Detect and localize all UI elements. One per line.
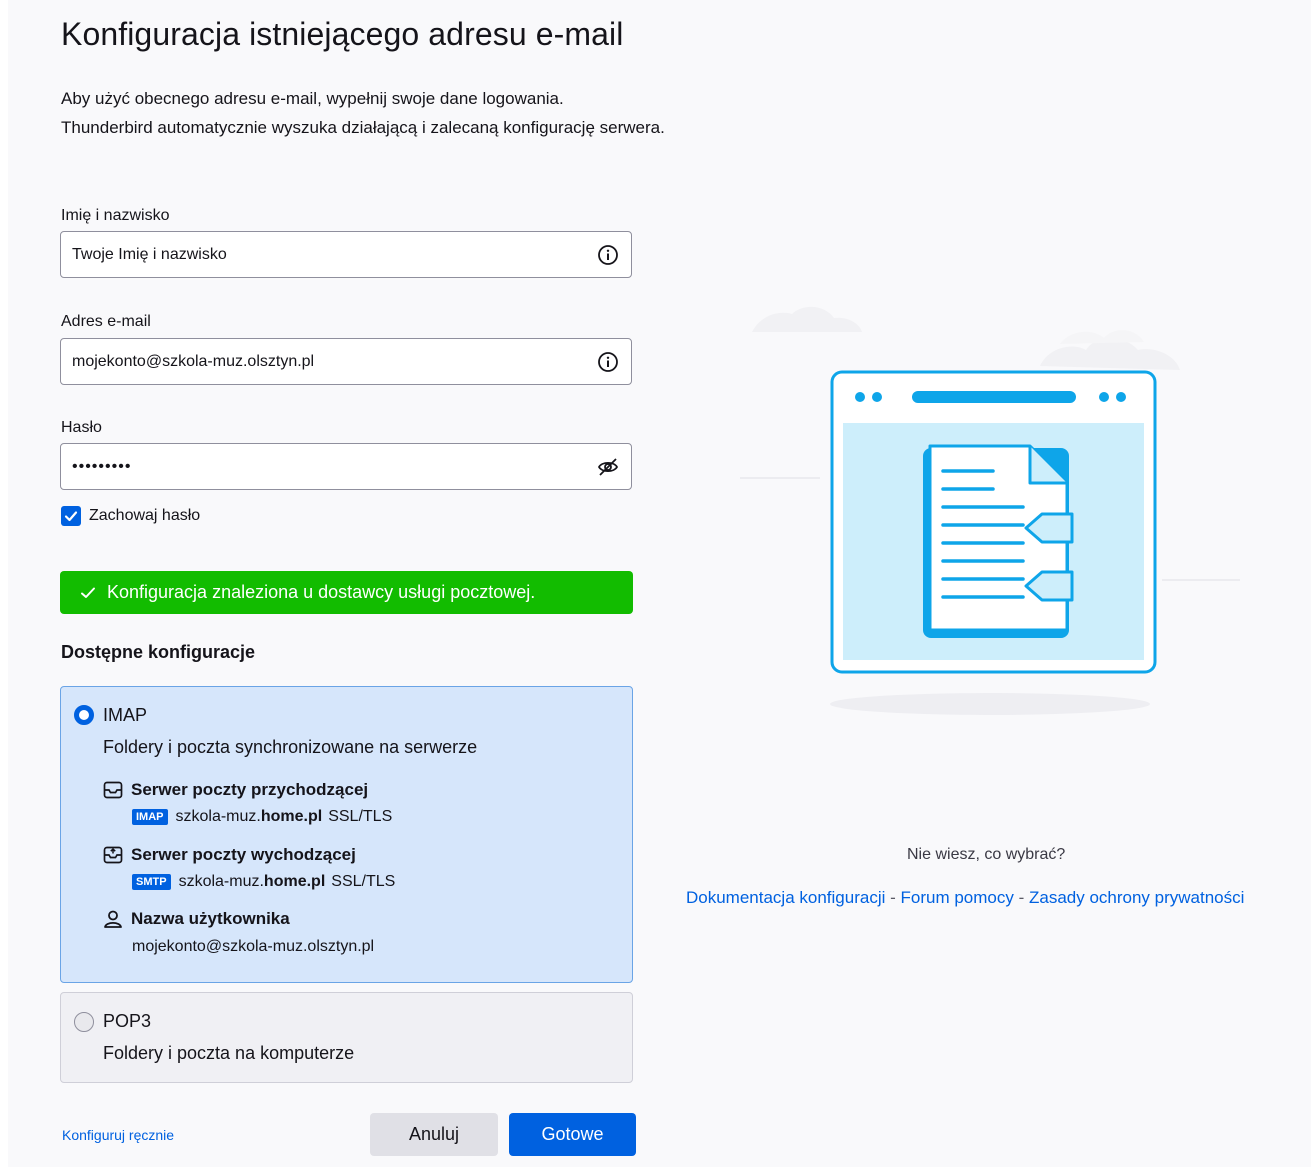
config-option-imap[interactable]: IMAP Foldery i poczta synchronizowane na… bbox=[60, 686, 633, 983]
username-label: Nazwa użytkownika bbox=[131, 909, 290, 928]
help-links: Dokumentacja konfiguracji - Forum pomocy… bbox=[686, 888, 1244, 908]
help-question: Nie wiesz, co wybrać? bbox=[907, 846, 1066, 863]
username-value: mojekonto@szkola-muz.olsztyn.pl bbox=[132, 938, 375, 955]
password-field[interactable] bbox=[60, 443, 632, 490]
checkmark-icon bbox=[81, 587, 95, 598]
info-icon[interactable] bbox=[597, 244, 619, 266]
window-edge bbox=[0, 0, 8, 1167]
link-separator: - bbox=[885, 888, 901, 907]
page-subtitle: Aby użyć obecnego adresu e-mail, wypełni… bbox=[61, 84, 665, 142]
smtp-badge: SMTP bbox=[132, 874, 171, 890]
forum-link[interactable]: Forum pomocy bbox=[901, 888, 1014, 907]
incoming-host: szkola-muz.home.pl bbox=[175, 808, 323, 825]
cancel-button[interactable]: Anuluj bbox=[370, 1113, 498, 1156]
outgoing-security: SSL/TLS bbox=[331, 873, 396, 890]
subtitle-line-1: Aby użyć obecnego adresu e-mail, wypełni… bbox=[61, 89, 564, 108]
remember-password-label: Zachowaj hasło bbox=[89, 507, 201, 524]
link-separator: - bbox=[1013, 888, 1029, 907]
outgoing-server-detail: SMTP szkola-muz.home.pl SSL/TLS bbox=[132, 873, 395, 891]
email-label: Adres e-mail bbox=[61, 313, 151, 330]
inbox-icon bbox=[103, 781, 123, 799]
status-message: Konfiguracja znaleziona u dostawcy usług… bbox=[107, 582, 536, 602]
password-label: Hasło bbox=[61, 419, 102, 436]
pop3-title: POP3 bbox=[103, 1011, 152, 1031]
config-illustration bbox=[740, 306, 1240, 715]
checkmark-icon bbox=[64, 511, 78, 522]
subtitle-line-2: Thunderbird automatycznie wyszuka działa… bbox=[61, 118, 665, 137]
radio-pop3[interactable] bbox=[74, 1012, 94, 1032]
name-field[interactable] bbox=[60, 231, 632, 278]
name-input[interactable] bbox=[72, 232, 572, 277]
config-option-pop3[interactable]: POP3 Foldery i poczta na komputerze bbox=[60, 992, 633, 1083]
remember-password-row[interactable]: Zachowaj hasło bbox=[61, 505, 200, 527]
outgoing-server-label: Serwer poczty wychodzącej bbox=[131, 845, 356, 864]
imap-badge: IMAP bbox=[132, 809, 168, 825]
remember-password-checkbox[interactable] bbox=[61, 506, 81, 526]
incoming-server-detail: IMAP szkola-muz.home.pl SSL/TLS bbox=[132, 808, 392, 826]
pop3-description: Foldery i poczta na komputerze bbox=[103, 1043, 355, 1063]
manual-config-link[interactable]: Konfiguruj ręcznie bbox=[62, 1127, 174, 1143]
imap-title: IMAP bbox=[103, 705, 148, 725]
incoming-security: SSL/TLS bbox=[328, 808, 393, 825]
page-title: Konfiguracja istniejącego adresu e-mail bbox=[61, 16, 624, 52]
user-icon bbox=[104, 910, 122, 928]
outbox-icon bbox=[103, 846, 123, 864]
info-icon[interactable] bbox=[597, 351, 619, 373]
eye-slash-icon[interactable] bbox=[597, 456, 619, 478]
email-input[interactable] bbox=[72, 339, 572, 384]
name-label: Imię i nazwisko bbox=[61, 207, 170, 224]
incoming-server-label: Serwer poczty przychodzącej bbox=[131, 780, 369, 799]
status-success-bar: Konfiguracja znaleziona u dostawcy usług… bbox=[60, 571, 633, 614]
docs-link[interactable]: Dokumentacja konfiguracji bbox=[686, 888, 885, 907]
outgoing-server-title: Serwer poczty wychodzącej bbox=[103, 845, 356, 865]
done-button[interactable]: Gotowe bbox=[509, 1113, 636, 1156]
outgoing-host: szkola-muz.home.pl bbox=[178, 873, 326, 890]
password-input[interactable] bbox=[72, 444, 572, 489]
email-field[interactable] bbox=[60, 338, 632, 385]
imap-description: Foldery i poczta synchronizowane na serw… bbox=[103, 737, 478, 757]
incoming-server-title: Serwer poczty przychodzącej bbox=[103, 780, 368, 800]
available-configs-heading: Dostępne konfiguracje bbox=[61, 642, 256, 662]
privacy-link[interactable]: Zasady ochrony prywatności bbox=[1029, 888, 1244, 907]
radio-imap[interactable] bbox=[74, 705, 94, 725]
username-title: Nazwa użytkownika bbox=[103, 909, 290, 929]
